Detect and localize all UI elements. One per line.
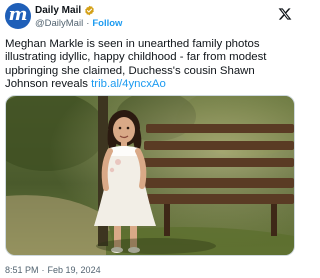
x-logo-icon[interactable] bbox=[278, 7, 292, 21]
name-row: Daily Mail bbox=[35, 3, 95, 17]
tweet-link[interactable]: trib.al/4yncxAo bbox=[91, 78, 166, 90]
post-date: Feb 19, 2024 bbox=[47, 265, 101, 275]
tweet-text: Meghan Markle is seen in unearthed famil… bbox=[5, 38, 297, 92]
follow-button[interactable]: Follow bbox=[92, 18, 122, 29]
separator-dot: · bbox=[86, 17, 90, 29]
timestamp-separator: · bbox=[41, 265, 45, 275]
photo-girl-on-bench bbox=[6, 96, 294, 255]
tweet-header: m Daily Mail @DailyMail · Follow bbox=[0, 0, 300, 32]
tweet-image[interactable] bbox=[5, 95, 295, 256]
verified-badge-icon bbox=[85, 5, 94, 15]
post-time: 8:51 PM bbox=[5, 265, 39, 275]
avatar[interactable]: m bbox=[5, 3, 31, 29]
timestamp[interactable]: 8:51 PM · Feb 19, 2024 bbox=[5, 264, 101, 276]
author-handle[interactable]: @DailyMail bbox=[35, 18, 83, 29]
avatar-letter: m bbox=[8, 4, 28, 25]
author-name[interactable]: Daily Mail bbox=[35, 5, 81, 16]
sub-row: @DailyMail · Follow bbox=[35, 17, 122, 29]
tweet-card: m Daily Mail @DailyMail · Follow Meghan … bbox=[0, 0, 300, 278]
